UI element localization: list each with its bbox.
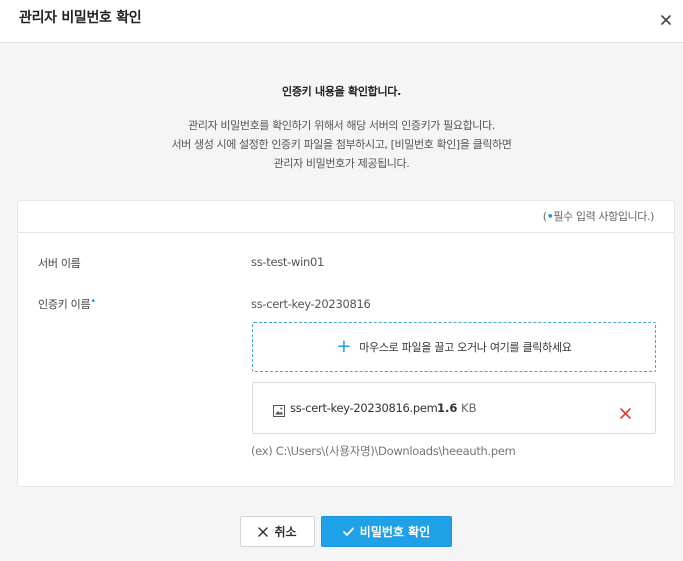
dialog-title: 관리자 비밀번호 확인 — [19, 10, 142, 26]
cancel-button[interactable]: 취소 — [240, 516, 315, 547]
dialog-header: 관리자 비밀번호 확인 — [0, 0, 683, 43]
path-hint: (ex) C:\Users\(사용자명)\Downloads\heeauth.p… — [251, 444, 516, 458]
image-file-icon — [273, 402, 285, 417]
intro-heading: 인증키 내용을 확인합니다. — [282, 85, 401, 98]
attached-file: ss-cert-key-20230816.pem 1.6 KB — [252, 382, 656, 434]
required-dot-icon: • — [90, 296, 96, 307]
remove-file-icon[interactable] — [620, 404, 631, 419]
file-size-value: 1.6 — [437, 401, 458, 415]
file-size-unit: KB — [461, 401, 477, 415]
cert-key-label-text: 인증키 이름 — [38, 298, 91, 311]
dropzone-text: 마우스로 파일을 끌고 오거나 여기를 클릭하세요 — [359, 341, 572, 354]
card-divider — [18, 232, 674, 233]
close-icon[interactable] — [659, 12, 673, 26]
file-dropzone[interactable]: + 마우스로 파일을 끌고 오거나 여기를 클릭하세요 — [252, 322, 656, 372]
server-name-label: 서버 이름 — [38, 257, 81, 270]
check-icon — [342, 527, 354, 536]
plus-icon: + — [336, 336, 352, 357]
cert-key-label: 인증키 이름• — [38, 296, 96, 312]
intro-line-3: 관리자 비밀번호가 제공됩니다. — [273, 157, 410, 170]
server-name-value: ss-test-win01 — [251, 255, 324, 269]
confirm-password-button[interactable]: 비밀번호 확인 — [321, 516, 452, 547]
form-card: (•필수 입력 사항입니다.) 서버 이름 ss-test-win01 인증키 … — [17, 200, 675, 487]
confirm-label: 비밀번호 확인 — [359, 525, 431, 539]
intro-line-2: 서버 생성 시에 설정한 인증키 파일을 첨부하시고, [비밀번호 확인]을 클… — [171, 138, 512, 151]
cancel-label: 취소 — [274, 525, 297, 539]
close-icon — [258, 526, 269, 537]
intro-line-1: 관리자 비밀번호를 확인하기 위해서 해당 서버의 인증키가 필요합니다. — [188, 119, 495, 132]
cert-key-value: ss-cert-key-20230816 — [251, 297, 371, 311]
file-size: 1.6 KB — [437, 401, 476, 415]
intro-description: 관리자 비밀번호를 확인하기 위해서 해당 서버의 인증키가 필요합니다. 서버… — [0, 116, 683, 173]
file-name: ss-cert-key-20230816.pem — [290, 401, 438, 415]
required-note: (•필수 입력 사항입니다.) — [543, 208, 655, 224]
required-note-text: 필수 입력 사항입니다.) — [553, 210, 654, 223]
